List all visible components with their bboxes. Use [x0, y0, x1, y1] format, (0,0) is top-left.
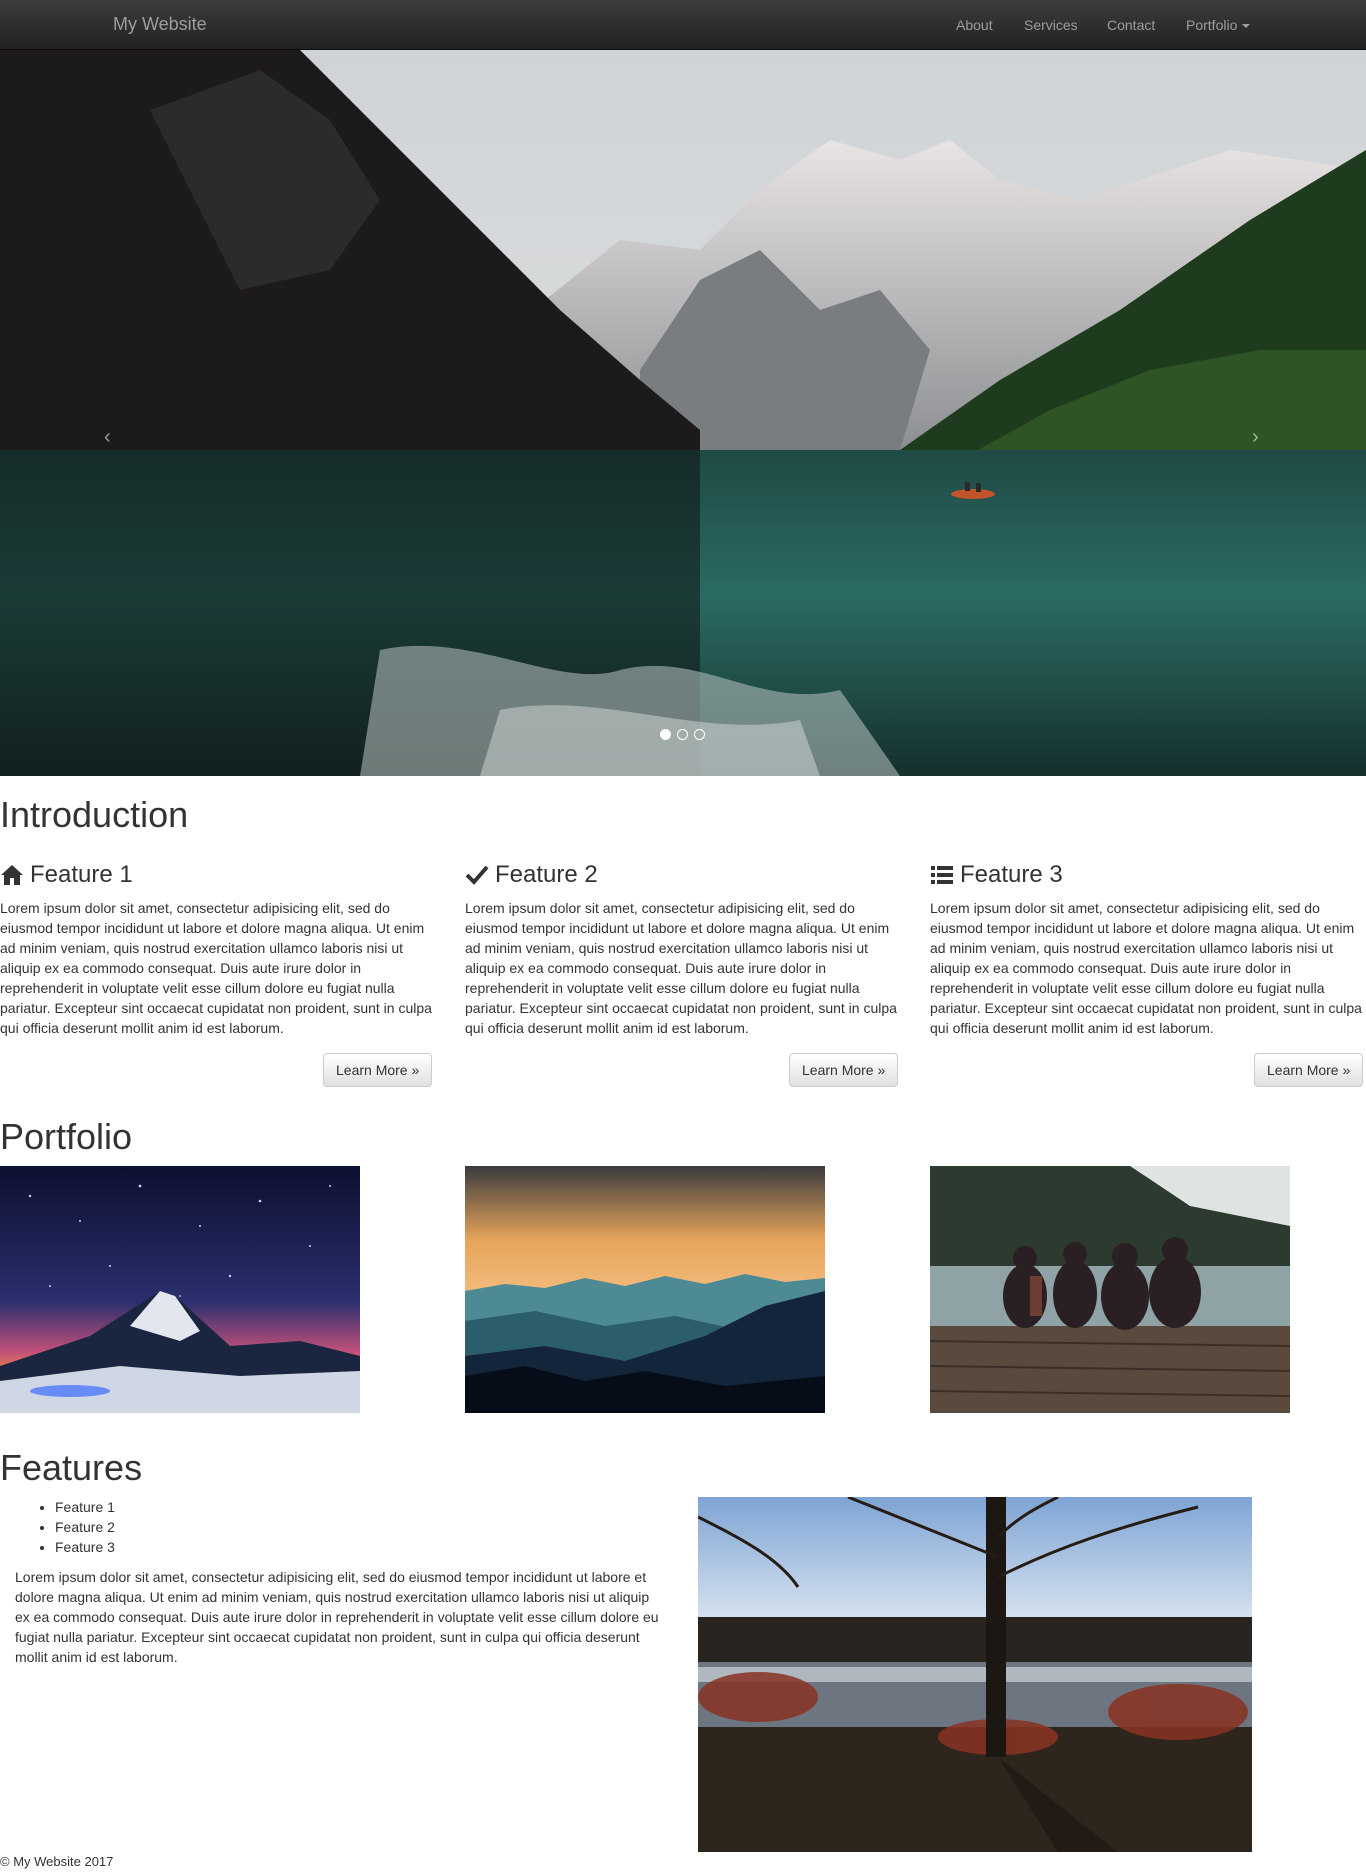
portfolio-image-1[interactable] — [0, 1166, 360, 1413]
feature-2-text: Lorem ipsum dolor sit amet, consectetur … — [465, 900, 897, 1037]
friends-on-dock-image — [930, 1166, 1290, 1413]
feature-1-title: Feature 1 — [30, 861, 133, 888]
list-item: Feature 2 — [55, 1517, 115, 1537]
list-item: Feature 3 — [55, 1537, 115, 1557]
hero-carousel: ‹ › — [0, 50, 1366, 776]
feature-3-learn-more-button[interactable]: Learn More » — [1254, 1053, 1364, 1087]
list-item: Feature 1 — [55, 1497, 115, 1517]
carousel-indicator-3[interactable] — [694, 729, 705, 740]
features-list: Feature 1 Feature 2 Feature 3 — [55, 1497, 115, 1557]
feature-2-learn-more-button[interactable]: Learn More » — [789, 1053, 899, 1087]
introduction-heading: Introduction — [0, 794, 189, 835]
caret-down-icon — [1242, 24, 1251, 29]
sunset-mountains-image — [465, 1166, 825, 1413]
portfolio-image-2[interactable] — [465, 1166, 825, 1413]
carousel-slide-image — [0, 50, 1366, 776]
feature-2-heading: Feature 2 — [465, 861, 900, 888]
feature-1-text: Lorem ipsum dolor sit amet, consectetur … — [0, 900, 432, 1037]
starry-mountain-image — [0, 1166, 360, 1413]
feature-column-3: Feature 3 Lorem ipsum dolor sit amet, co… — [930, 861, 1365, 1038]
nav-contact-link[interactable]: Contact — [1107, 17, 1155, 33]
feature-3-text: Lorem ipsum dolor sit amet, consectetur … — [930, 900, 1362, 1037]
home-icon — [1, 865, 23, 886]
carousel-indicator-2[interactable] — [677, 729, 688, 740]
feature-1-heading: Feature 1 — [0, 861, 435, 888]
carousel-indicators — [660, 729, 705, 741]
portfolio-image-3[interactable] — [930, 1166, 1290, 1413]
feature-1-learn-more-button[interactable]: Learn More » — [323, 1053, 433, 1087]
nav-about-link[interactable]: About — [956, 17, 993, 33]
footer: © My Website 2017 — [0, 1854, 113, 1869]
features-paragraph: Lorem ipsum dolor sit amet, consectetur … — [15, 1569, 659, 1665]
feature-2-title: Feature 2 — [495, 861, 598, 888]
features-heading: Features — [0, 1447, 143, 1488]
tree-by-lake-image — [698, 1497, 1252, 1852]
feature-column-1: Feature 1 Lorem ipsum dolor sit amet, co… — [0, 861, 435, 1038]
carousel-indicator-1[interactable] — [660, 729, 671, 740]
nav-portfolio-dropdown[interactable]: Portfolio — [1186, 17, 1251, 33]
carousel-next-button[interactable]: › — [1252, 426, 1259, 449]
feature-column-2: Feature 2 Lorem ipsum dolor sit amet, co… — [465, 861, 900, 1038]
nav-services-link[interactable]: Services — [1024, 17, 1078, 33]
footer-copyright: © My Website 2017 — [0, 1854, 114, 1869]
feature-3-title: Feature 3 — [960, 861, 1063, 888]
brand-link[interactable]: My Website — [113, 14, 207, 35]
features-image — [698, 1497, 1252, 1852]
portfolio-heading: Portfolio — [0, 1116, 133, 1157]
list-icon — [931, 866, 953, 885]
navbar: My Website About Services Contact Portfo… — [0, 0, 1366, 50]
carousel-prev-button[interactable]: ‹ — [104, 426, 111, 449]
checkmark-icon — [465, 865, 489, 886]
nav-portfolio-label: Portfolio — [1186, 17, 1238, 33]
feature-3-heading: Feature 3 — [930, 861, 1365, 888]
